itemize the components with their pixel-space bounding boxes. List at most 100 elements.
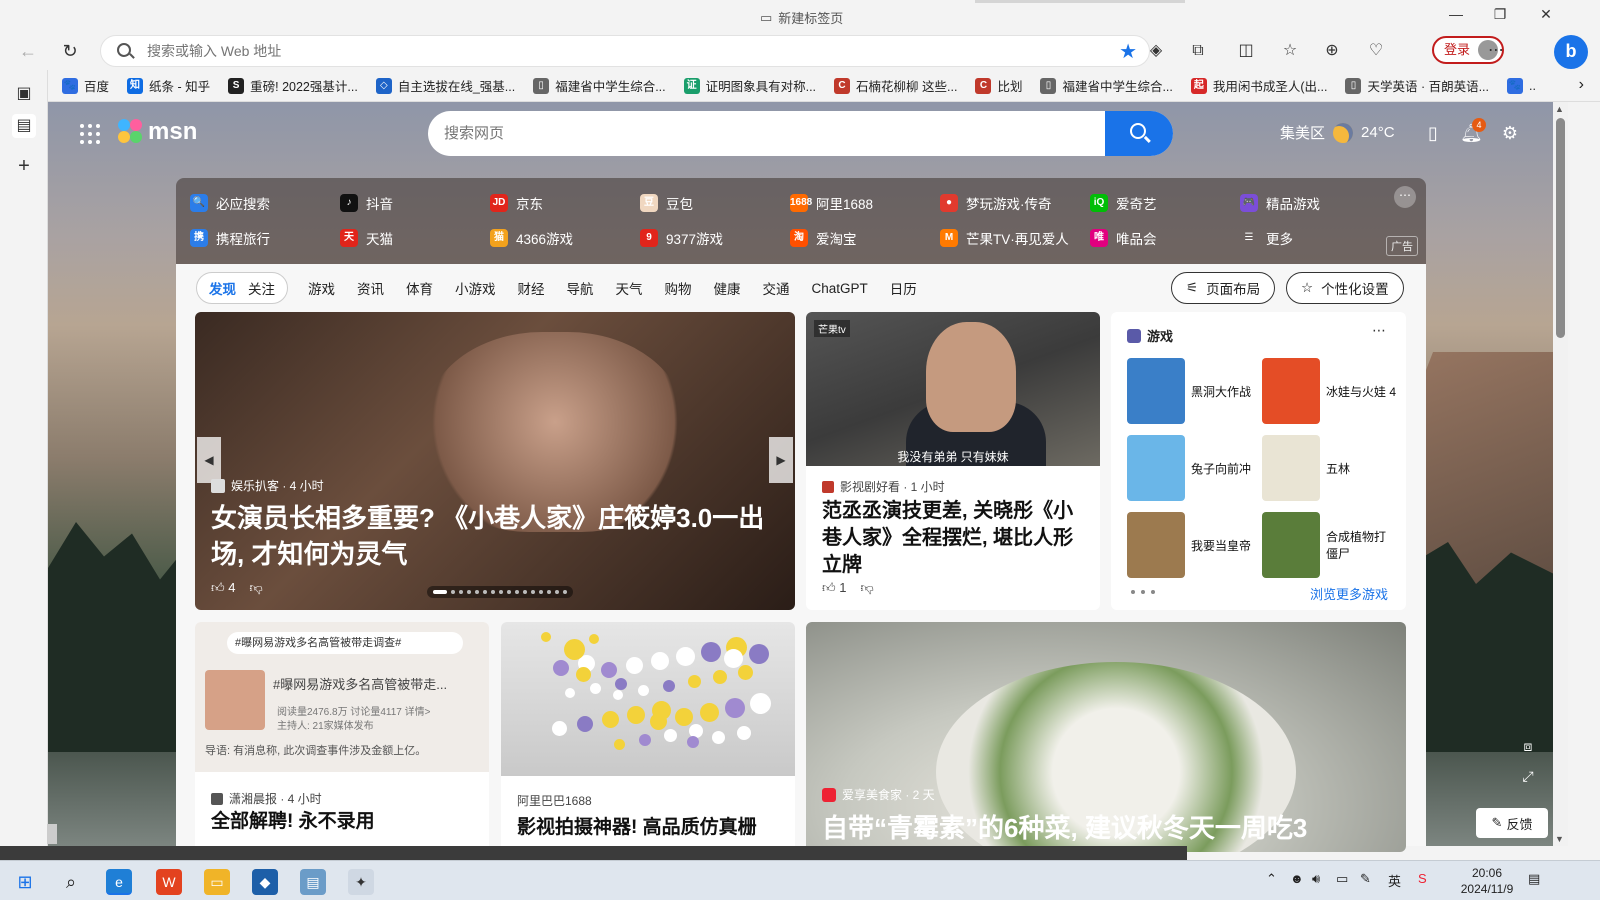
feed-tab[interactable]: 健康: [714, 278, 741, 298]
game-item[interactable]: 黑洞大作战: [1127, 358, 1261, 424]
chevron-right-icon[interactable]: ›: [1579, 76, 1584, 94]
apps-grid-icon[interactable]: [80, 124, 100, 144]
carousel-next-button[interactable]: ▶: [769, 437, 793, 483]
horizontal-scrollbar[interactable]: [0, 824, 1187, 860]
personalize-button[interactable]: ☆ 个性化设置: [1286, 272, 1404, 304]
web-search-box[interactable]: [428, 111, 1173, 156]
game-item[interactable]: 合成植物打僵尸: [1262, 512, 1396, 578]
system-clock[interactable]: 20:06 2024/11/9: [1452, 865, 1522, 897]
ime-icon[interactable]: 英: [1388, 871, 1401, 890]
quick-link[interactable]: ● 梦玩游戏·传奇: [940, 193, 1052, 213]
performance-icon[interactable]: ♡: [1364, 40, 1388, 62]
news-card[interactable]: #曝网易游戏多名高管被带走调查# #曝网易游戏多名高管被带走... 阅读量247…: [195, 622, 489, 852]
new-tab-icon[interactable]: +: [12, 154, 36, 178]
favorite-item[interactable]: ▯ 福建省中学生综合...: [1040, 76, 1173, 95]
feed-tab[interactable]: 购物: [665, 278, 692, 298]
extension-icon[interactable]: ◈: [1144, 40, 1168, 62]
back-button[interactable]: ←: [14, 38, 42, 64]
hero-card[interactable]: ◀ ▶ 娱乐扒客 · 4 小时 女演员长相多重要? 《小巷人家》庄筱婷3.0一出…: [195, 312, 795, 610]
game-item[interactable]: 冰娃与火娃 4: [1262, 358, 1396, 424]
windows-start-icon[interactable]: ⊞: [12, 869, 38, 895]
like-button[interactable]: 👍︎ 1: [822, 580, 846, 596]
favorite-item[interactable]: ▯ 天学英语 · 百朗英语...: [1345, 76, 1489, 95]
games-more-icon[interactable]: ⋯: [1372, 322, 1386, 339]
feed-tab[interactable]: 交通: [763, 278, 790, 298]
carousel-pager[interactable]: [427, 586, 573, 598]
feed-tab[interactable]: 导航: [567, 278, 594, 298]
pen-icon[interactable]: ✎: [1360, 871, 1371, 887]
ad-card[interactable]: 阿里巴巴1688 影视拍摄神器! 高品质仿真栅: [501, 622, 795, 852]
dislike-icon[interactable]: 👎︎: [249, 580, 262, 596]
browse-more-games-link[interactable]: 浏览更多游戏: [1310, 584, 1388, 603]
address-bar[interactable]: ★: [100, 35, 1150, 67]
game-item[interactable]: 五林: [1262, 435, 1396, 501]
maximize-button[interactable]: ❐: [1480, 6, 1520, 23]
feed-tab[interactable]: 小游戏: [455, 278, 496, 298]
favorite-item[interactable]: C 比划: [975, 76, 1022, 95]
edge-app-icon[interactable]: e: [106, 869, 132, 895]
favorite-star-icon[interactable]: ★: [1119, 39, 1137, 64]
feed-tab[interactable]: 日历: [890, 278, 917, 298]
favorite-item[interactable]: 起我用闲书成圣人(出...: [1190, 76, 1327, 95]
quick-link[interactable]: 1688 阿里1688: [790, 193, 873, 213]
game-item[interactable]: 兔子向前冲: [1127, 435, 1261, 501]
feed-tab[interactable]: 游戏: [308, 278, 335, 298]
scroll-up-icon[interactable]: ▲: [1555, 104, 1564, 114]
news-title[interactable]: 范丞丞演技更差, 关晓彤《小巷人家》全程摆烂, 堪比人形立牌: [822, 498, 1084, 579]
tab-following[interactable]: 关注: [242, 278, 281, 298]
wps-app-icon[interactable]: W: [156, 869, 182, 895]
quick-link[interactable]: 淘爱淘宝: [790, 228, 857, 248]
favorite-item[interactable]: 🐾..: [1507, 77, 1536, 94]
favorite-item[interactable]: 🐾 百度: [62, 76, 109, 95]
quick-link[interactable]: 唯唯品会: [1090, 228, 1157, 248]
feed-tab[interactable]: 财经: [518, 278, 545, 298]
like-button[interactable]: 👍︎ 4: [211, 580, 235, 596]
vertical-scrollbar[interactable]: ▲ ▼: [1553, 102, 1568, 846]
news-title[interactable]: 全部解聘! 永不录用: [211, 808, 473, 835]
search-icon[interactable]: ⌕: [58, 869, 84, 895]
favorite-item[interactable]: S 重磅! 2022强基计...: [228, 76, 358, 95]
weather-widget[interactable]: 集美区 24°C: [1280, 122, 1395, 143]
favorite-item[interactable]: C 石楠花柳柳 这些...: [834, 76, 957, 95]
ad-title[interactable]: 影视拍摄神器! 高品质仿真栅: [517, 814, 787, 841]
hscroll-thumb[interactable]: [47, 824, 57, 844]
refresh-button[interactable]: ↻: [56, 38, 84, 64]
collections-icon[interactable]: ⊕: [1320, 40, 1344, 62]
tray-chevron-icon[interactable]: ⌃: [1266, 871, 1277, 887]
quick-link[interactable]: M 芒果TV·再见爱人: [940, 228, 1069, 248]
dislike-icon[interactable]: 👎︎: [860, 580, 873, 596]
favorite-item[interactable]: ▯ 福建省中学生综合...: [533, 76, 666, 95]
feed-tab[interactable]: 体育: [406, 278, 433, 298]
current-tab-icon[interactable]: ▤: [12, 114, 36, 138]
feed-tab[interactable]: ChatGPT: [812, 281, 868, 296]
image-info-icon[interactable]: ⧈: [1518, 738, 1538, 758]
favorite-item[interactable]: 知纸条 - 知乎: [127, 76, 210, 95]
quick-link[interactable]: iQ 爱奇艺: [1090, 193, 1157, 213]
game-item[interactable]: 我要当皇帝: [1127, 512, 1261, 578]
quick-link[interactable]: 天天猫: [340, 228, 393, 248]
scroll-down-icon[interactable]: ▼: [1555, 834, 1564, 844]
more-menu-icon[interactable]: ⋯: [1484, 40, 1508, 62]
favorite-item[interactable]: 证证明图象具有对称...: [683, 76, 816, 95]
search-button[interactable]: [1105, 111, 1173, 156]
favorite-item[interactable]: ◇ 自主选拔在线_强基...: [375, 76, 515, 95]
split-screen-icon[interactable]: ◫: [1234, 40, 1258, 62]
app-icon-misc[interactable]: ✦: [348, 869, 374, 895]
quick-link[interactable]: 携携程旅行: [190, 228, 270, 248]
favorites-icon[interactable]: ☆: [1278, 40, 1302, 62]
address-input[interactable]: [147, 40, 1047, 62]
quick-links-more-button[interactable]: ⋯: [1394, 186, 1416, 208]
s-tray-icon[interactable]: S: [1418, 871, 1427, 886]
puzzle-icon[interactable]: ⧉: [1186, 40, 1210, 62]
quick-link[interactable]: JD 京东: [490, 193, 543, 213]
quick-link[interactable]: ☰ 更多: [1240, 228, 1293, 248]
scrollbar-thumb[interactable]: [1556, 118, 1565, 338]
notification-center-icon[interactable]: ▤: [1528, 871, 1540, 887]
copilot-icon[interactable]: b: [1554, 35, 1588, 69]
news-card[interactable]: 爱享美食家 · 2 天 自带“青霉素”的6种菜, 建议秋冬天一周吃3: [806, 622, 1406, 852]
feedback-button[interactable]: ✎ 反馈: [1476, 808, 1548, 838]
web-search-input[interactable]: [444, 121, 1084, 145]
explorer-app-icon[interactable]: ▭: [204, 869, 230, 895]
page-layout-button[interactable]: ⚟ 页面布局: [1171, 272, 1276, 304]
app-icon-blue[interactable]: ◆: [252, 869, 278, 895]
